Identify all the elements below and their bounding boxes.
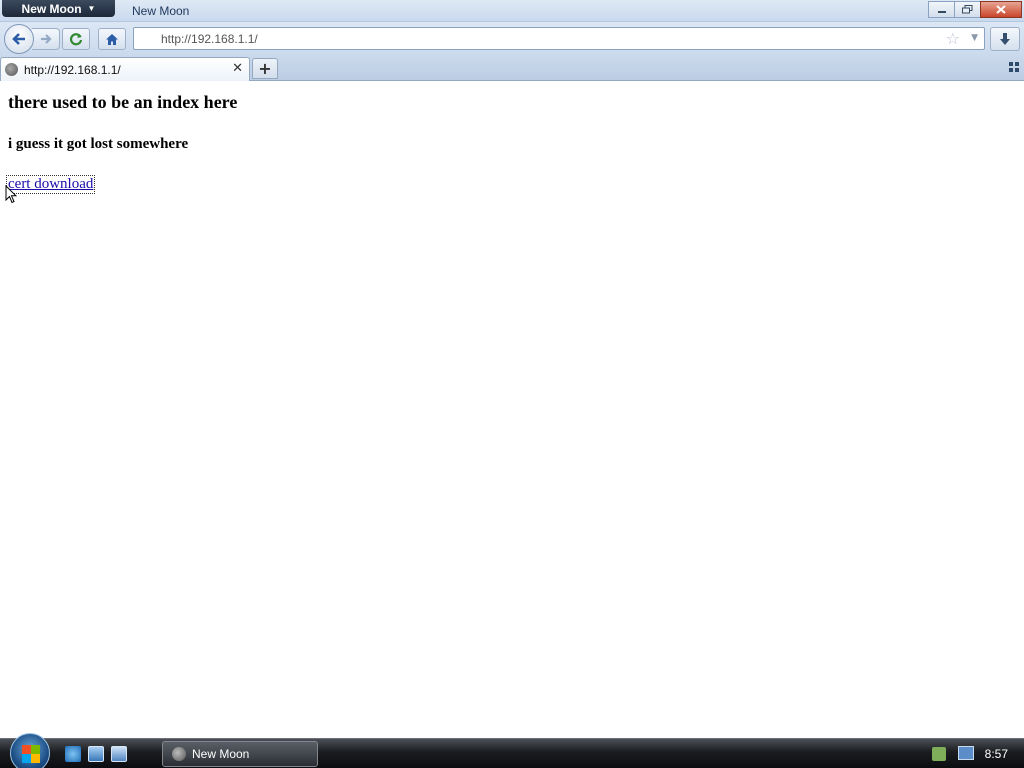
chevron-down-icon: ▼ bbox=[87, 4, 96, 13]
taskbar-item-new-moon[interactable]: New Moon bbox=[162, 741, 318, 767]
new-moon-app-icon bbox=[172, 747, 186, 761]
navigation-toolbar: http://192.168.1.1/ ☆ ▼ bbox=[0, 22, 1024, 55]
page-heading: there used to be an index here bbox=[8, 92, 238, 112]
plus-icon: + bbox=[258, 59, 272, 78]
page-content: there used to be an index here i guess i… bbox=[0, 81, 1024, 738]
window-title: New Moon bbox=[132, 4, 190, 18]
forward-arrow-icon bbox=[40, 34, 52, 44]
url-dropdown-icon[interactable]: ▼ bbox=[971, 33, 978, 43]
home-icon bbox=[106, 33, 118, 45]
screen: New Moon ▼ New Moon http://192.168.1.1/ … bbox=[0, 0, 1024, 768]
cert-download-link[interactable]: cert download bbox=[5, 175, 96, 194]
title-bar: New Moon ▼ New Moon bbox=[0, 0, 1024, 22]
restore-button[interactable] bbox=[954, 1, 981, 18]
reload-icon bbox=[70, 33, 83, 46]
network-icon[interactable] bbox=[958, 746, 974, 760]
minimize-button[interactable] bbox=[928, 1, 955, 18]
system-tray: 8:57 bbox=[924, 739, 1024, 768]
close-window-button[interactable] bbox=[980, 1, 1022, 18]
back-arrow-icon bbox=[12, 33, 25, 45]
start-button[interactable] bbox=[10, 733, 50, 768]
security-shield-icon[interactable] bbox=[932, 747, 946, 761]
minimize-icon bbox=[937, 10, 946, 13]
url-bar[interactable]: http://192.168.1.1/ ☆ ▼ bbox=[133, 27, 985, 50]
taskbar-item-label: New Moon bbox=[192, 747, 250, 761]
reload-button[interactable] bbox=[62, 28, 90, 50]
internet-explorer-icon[interactable] bbox=[65, 746, 81, 762]
back-button[interactable] bbox=[4, 24, 34, 54]
page-subheading: i guess it got lost somewhere bbox=[8, 136, 189, 152]
tab-label: http://192.168.1.1/ bbox=[24, 63, 121, 77]
forward-button[interactable] bbox=[32, 28, 60, 50]
bookmark-star-icon[interactable]: ☆ bbox=[946, 29, 960, 48]
restore-icon bbox=[962, 5, 973, 14]
globe-icon bbox=[5, 63, 18, 76]
download-arrow-icon bbox=[1000, 33, 1010, 45]
switch-windows-icon[interactable] bbox=[111, 746, 127, 762]
app-menu-label: New Moon bbox=[21, 1, 82, 16]
show-desktop-icon[interactable] bbox=[88, 746, 104, 762]
clock[interactable]: 8:57 bbox=[985, 747, 1008, 761]
window-controls bbox=[928, 1, 1022, 18]
windows-logo-icon bbox=[22, 745, 40, 763]
home-button[interactable] bbox=[98, 28, 126, 50]
new-tab-button[interactable]: + bbox=[252, 58, 278, 79]
downloads-button[interactable] bbox=[990, 27, 1020, 51]
taskbar: New Moon 8:57 bbox=[0, 733, 1024, 768]
close-tab-icon[interactable]: ✕ bbox=[232, 61, 243, 76]
tab-strip: http://192.168.1.1/ ✕ + bbox=[0, 55, 1024, 81]
tab-active[interactable]: http://192.168.1.1/ ✕ bbox=[0, 57, 250, 81]
mouse-pointer-icon bbox=[5, 185, 17, 204]
url-text: http://192.168.1.1/ bbox=[161, 32, 258, 46]
tab-list-icon[interactable] bbox=[1009, 62, 1019, 72]
app-menu-button[interactable]: New Moon ▼ bbox=[2, 0, 115, 17]
close-icon bbox=[996, 5, 1006, 14]
back-forward-group bbox=[4, 24, 60, 54]
